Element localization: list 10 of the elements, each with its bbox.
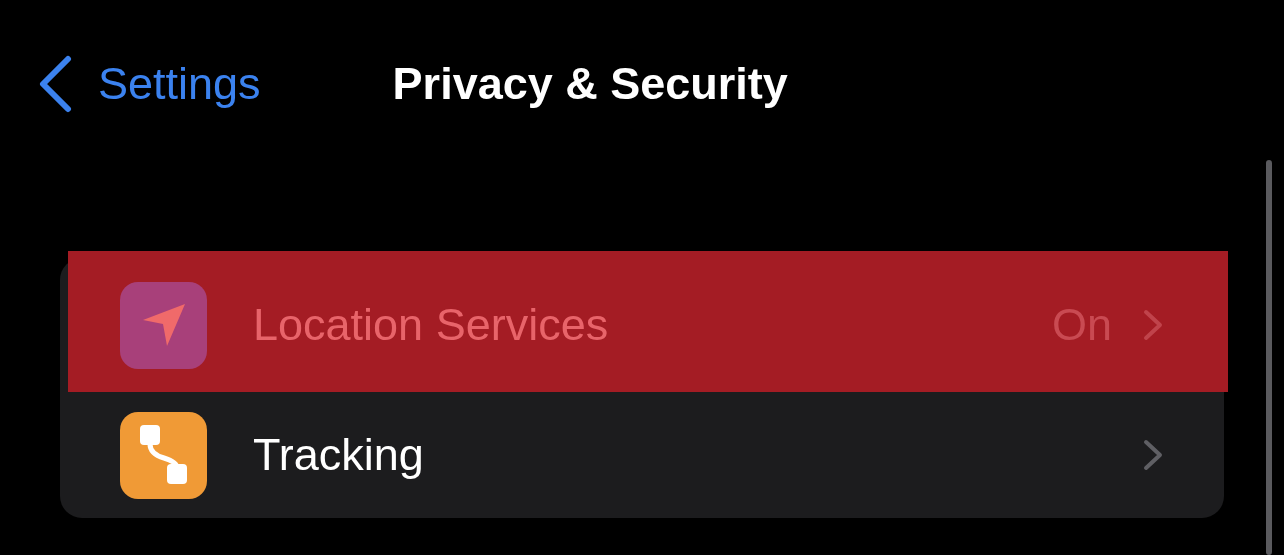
scrollbar[interactable] — [1266, 160, 1272, 555]
chevron-icon — [1142, 438, 1164, 472]
tracking-icon — [138, 424, 189, 486]
row-label: Location Services — [253, 299, 609, 351]
row-label: Tracking — [253, 429, 424, 481]
page-title: Privacy & Security — [392, 58, 788, 110]
back-button[interactable]: Settings — [38, 55, 261, 113]
chevron-icon — [1142, 308, 1164, 342]
settings-row[interactable]: Tracking — [60, 392, 1224, 518]
back-chevron-icon — [38, 55, 72, 113]
